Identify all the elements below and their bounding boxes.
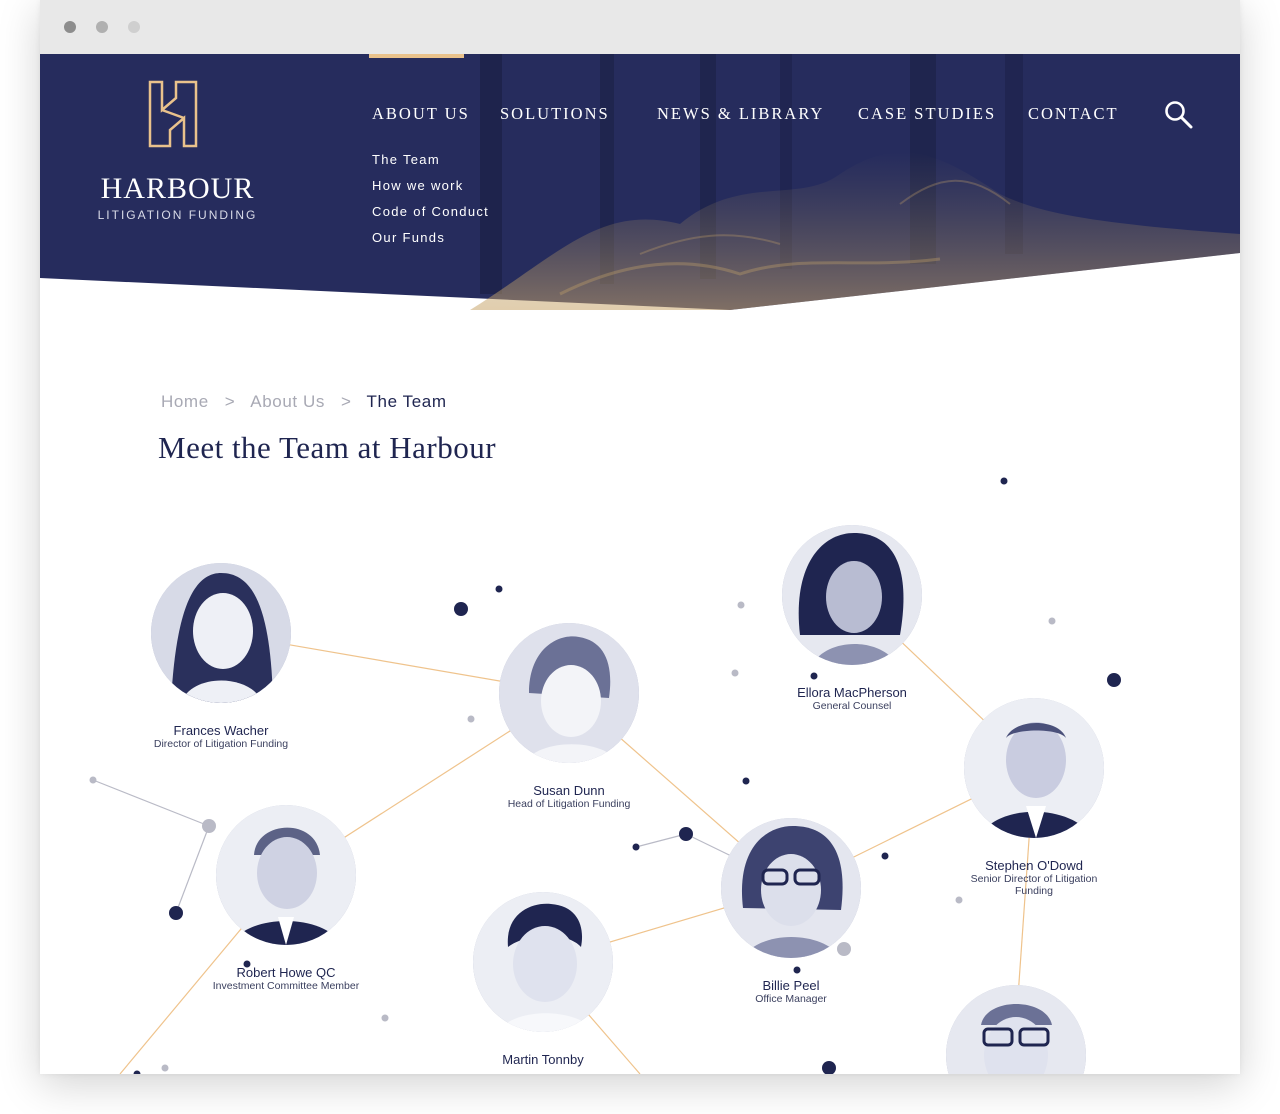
network-dot	[169, 906, 183, 920]
person-portrait-icon	[216, 805, 356, 945]
team-member-photo[interactable]	[782, 525, 922, 665]
network-dot	[133, 1070, 141, 1074]
person-portrait-icon	[721, 818, 861, 958]
network-dot-grey	[89, 776, 97, 784]
connector-line-grey	[92, 779, 210, 827]
team-member-role: Investment Committee Member	[212, 980, 360, 992]
connector-line-grey	[635, 833, 687, 848]
team-member-photo[interactable]	[964, 698, 1104, 838]
team-member-role: General Counsel	[812, 700, 892, 712]
team-member-photo[interactable]	[473, 892, 613, 1032]
team-member-photo[interactable]	[216, 805, 356, 945]
network-dot-grey	[161, 1064, 169, 1072]
team-member-photo[interactable]	[151, 563, 291, 703]
network-dot-grey	[737, 601, 745, 609]
network-dot-grey	[467, 715, 475, 723]
network-dot	[1107, 673, 1121, 687]
team-member-name: Ellora MacPherson	[797, 685, 907, 700]
person-portrait-icon	[946, 985, 1086, 1074]
network-dot-grey	[381, 1014, 389, 1022]
network-dot-grey	[955, 896, 963, 904]
team-member-name: Billie Peel	[762, 978, 820, 993]
team-member-role: Head of Litigation Funding	[507, 798, 631, 810]
network-dot	[1000, 477, 1008, 485]
network-dot-grey	[1048, 617, 1056, 625]
team-member-card[interactable]: Robert Howe QC Investment Committee Memb…	[196, 805, 376, 992]
team-member-role: Office Manager	[755, 993, 827, 1005]
network-dot	[742, 777, 750, 785]
team-member-photo[interactable]	[946, 985, 1086, 1074]
person-portrait-icon	[151, 563, 291, 703]
network-dot	[632, 843, 640, 851]
network-dot	[881, 852, 889, 860]
team-member-card[interactable]: Susan Dunn Head of Litigation Funding	[479, 623, 659, 810]
team-member-card[interactable]	[926, 985, 1106, 1074]
team-member-card[interactable]: Martin Tonnby	[453, 892, 633, 1067]
team-member-card[interactable]: Stephen O'Dowd Senior Director of Litiga…	[944, 698, 1124, 897]
team-member-name: Robert Howe QC	[236, 965, 336, 980]
team-member-role: Director of Litigation Funding	[153, 738, 289, 750]
person-portrait-icon	[782, 525, 922, 665]
team-member-card[interactable]: Frances Wacher Director of Litigation Fu…	[131, 563, 311, 750]
person-portrait-icon	[473, 892, 613, 1032]
team-member-name: Stephen O'Dowd	[985, 858, 1083, 873]
team-member-card[interactable]: Ellora MacPherson General Counsel	[762, 525, 942, 712]
network-dot	[495, 585, 503, 593]
network-dot	[679, 827, 693, 841]
person-portrait-icon	[499, 623, 639, 763]
network-dot	[454, 602, 468, 616]
network-dot-grey	[731, 669, 739, 677]
team-member-name: Frances Wacher	[173, 723, 269, 738]
team-member-name: Martin Tonnby	[502, 1052, 584, 1067]
browser-window: HARBOUR LITIGATION FUNDING ABOUT US SOLU…	[40, 0, 1240, 1074]
person-portrait-icon	[964, 698, 1104, 838]
team-member-card[interactable]: Billie Peel Office Manager	[701, 818, 881, 1005]
network-dot	[822, 1061, 836, 1074]
team-member-photo[interactable]	[499, 623, 639, 763]
team-member-name: Susan Dunn	[533, 783, 605, 798]
team-member-role: Senior Director of Litigation Funding	[970, 873, 1098, 897]
team-member-photo[interactable]	[721, 818, 861, 958]
